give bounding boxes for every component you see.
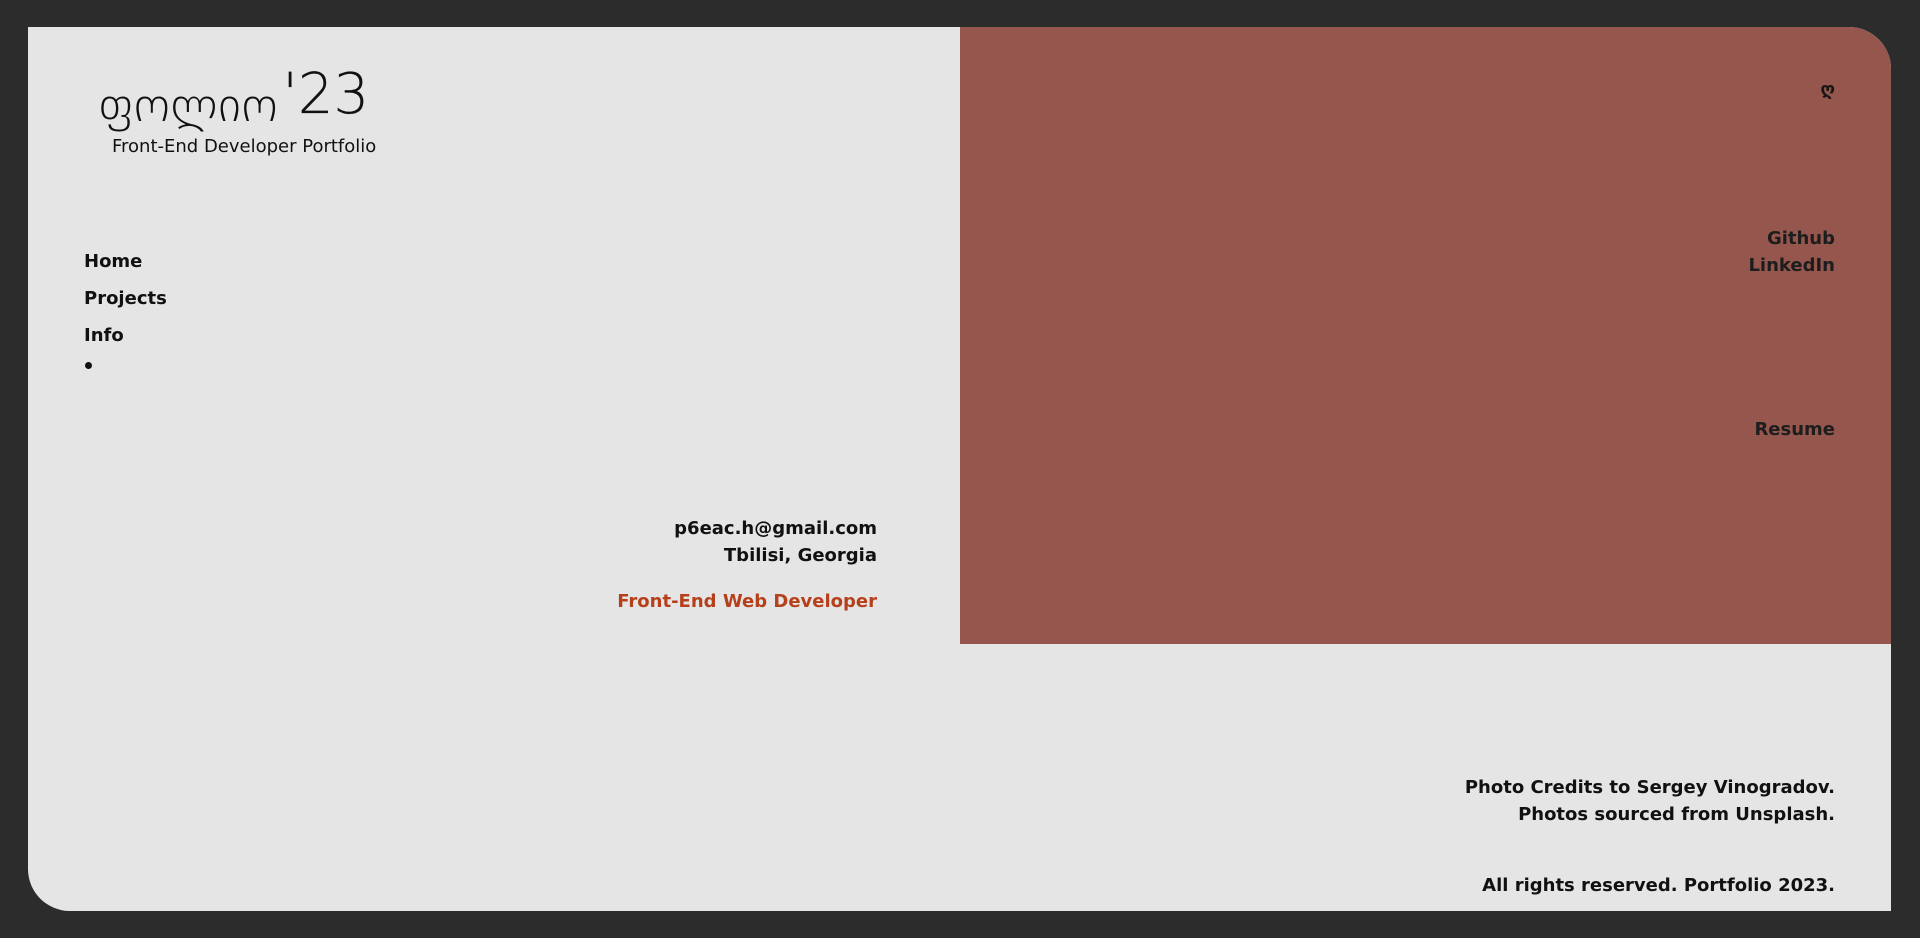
logo-year: '23 — [282, 62, 370, 127]
logo-text: ფოლიო — [98, 77, 279, 133]
copyright-text: All rights reserved. Portfolio 2023. — [1482, 875, 1835, 896]
credits-line-2: Photos sourced from Unsplash. — [1518, 804, 1835, 825]
photo-credits: Photo Credits to Sergey Vinogradov. Phot… — [1465, 774, 1835, 828]
language-toggle[interactable]: ღ — [1820, 79, 1835, 100]
hero-image-panel: ღ Github LinkedIn Resume — [960, 27, 1891, 644]
role-title: Front-End Web Developer — [617, 591, 877, 612]
nav-link-projects[interactable]: Projects — [84, 288, 167, 310]
contact-email[interactable]: p6eac.h@gmail.com — [617, 515, 877, 542]
nav-link-info[interactable]: Info — [84, 325, 167, 347]
nav-link-home[interactable]: Home — [84, 251, 167, 273]
nav-item-projects[interactable]: Projects — [84, 288, 167, 310]
main-nav: Home Projects Info — [84, 251, 167, 384]
nav-active-indicator — [84, 362, 167, 369]
resume-link[interactable]: Resume — [1754, 419, 1835, 440]
page-subtitle: Front-End Developer Portfolio — [112, 136, 377, 157]
social-links: Github LinkedIn — [1748, 225, 1835, 279]
linkedin-link[interactable]: LinkedIn — [1748, 252, 1835, 279]
contact-location: Tbilisi, Georgia — [723, 545, 877, 566]
bullet-dot-icon — [85, 362, 92, 369]
logo[interactable]: ფოლიო '23 Front-End Developer Portfolio — [98, 62, 377, 157]
credits-line-1: Photo Credits to Sergey Vinogradov. — [1464, 777, 1835, 798]
resume-block: Resume — [1754, 419, 1835, 440]
nav-item-info[interactable]: Info — [84, 325, 167, 347]
github-link[interactable]: Github — [1748, 225, 1835, 252]
page-frame: ფოლიო '23 Front-End Developer Portfolio … — [28, 27, 1891, 911]
contact-block: p6eac.h@gmail.com Tbilisi, Georgia Front… — [617, 515, 877, 615]
nav-item-home[interactable]: Home — [84, 251, 167, 273]
